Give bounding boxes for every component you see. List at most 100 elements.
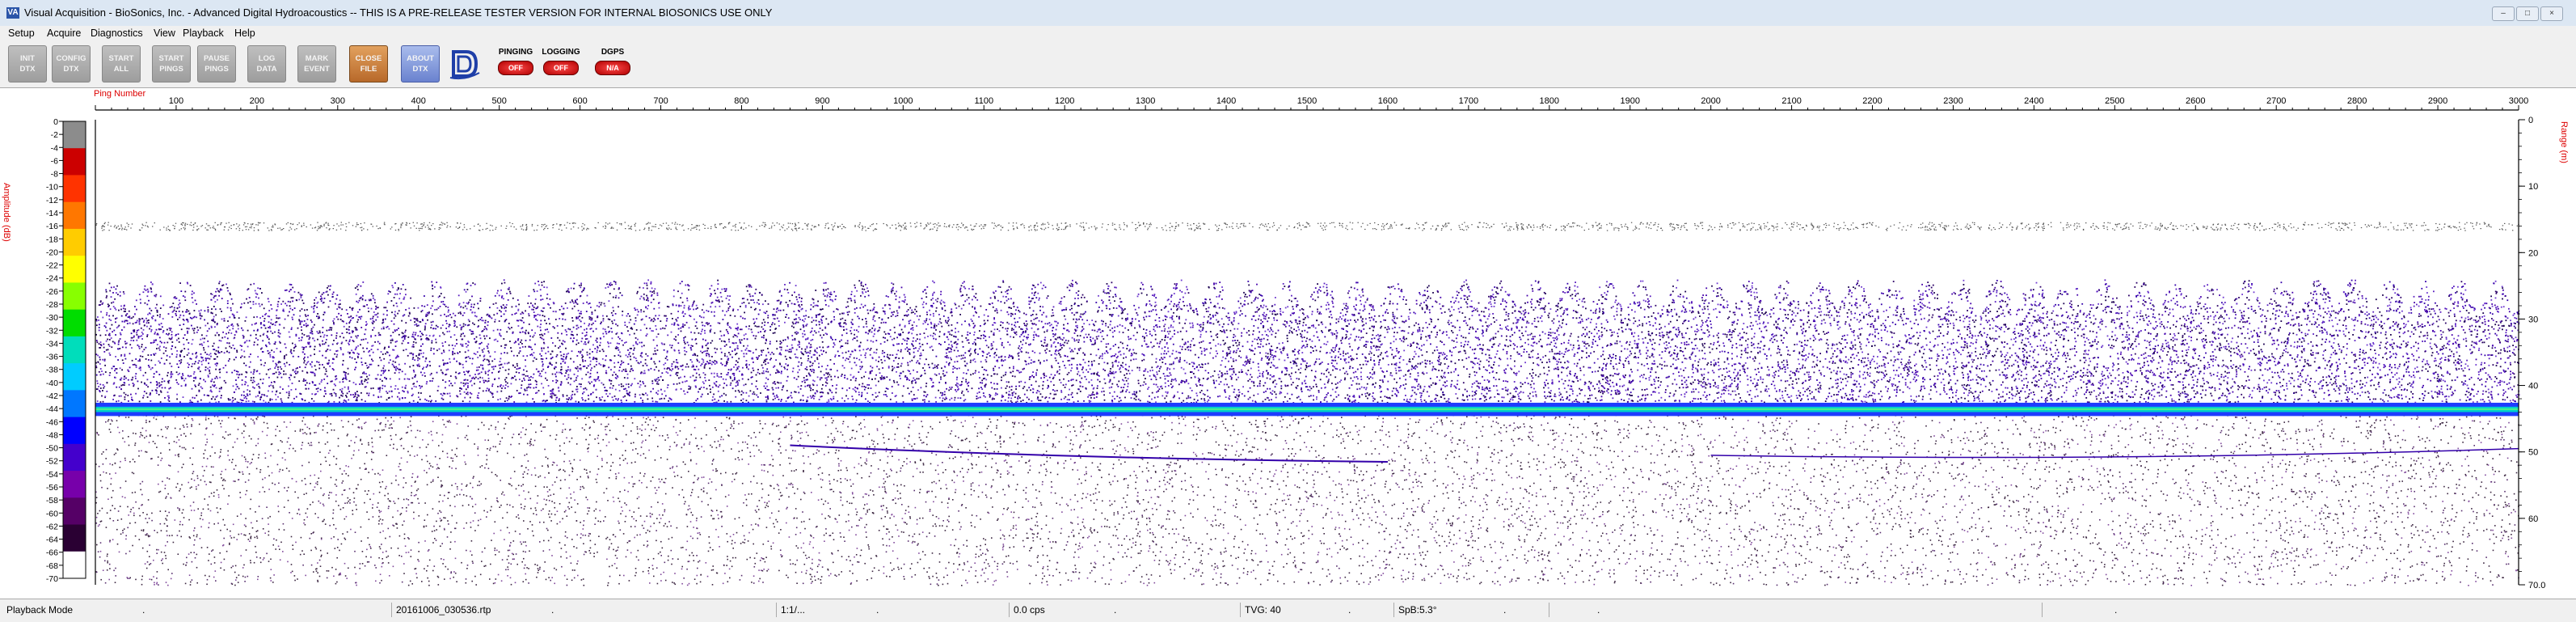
echo-streak — [790, 446, 1388, 463]
range-tick-label: 40 — [2528, 382, 2538, 391]
amplitude-tick-label: -18 — [46, 235, 58, 244]
echogram[interactable]: 0-2-4-6-8-10-12-14-16-18-20-22-24-26-28-… — [0, 0, 2576, 621]
x-tick-label: 800 — [734, 96, 748, 106]
x-tick-label: 1400 — [1216, 96, 1236, 106]
x-tick-label: 1900 — [1620, 96, 1639, 106]
amplitude-tick-label: -60 — [46, 509, 58, 518]
amplitude-tick-label: -34 — [46, 339, 58, 349]
x-tick-label: 500 — [491, 96, 506, 106]
colorbar-segment — [63, 121, 86, 149]
status-separator — [1009, 603, 1010, 617]
amplitude-tick-label: -46 — [46, 417, 58, 427]
range-tick-label: 50 — [2528, 448, 2538, 458]
colorbar-segment — [63, 256, 86, 283]
colorbar-segment — [63, 229, 86, 256]
amplitude-tick-label: -20 — [46, 248, 58, 257]
status-dot: . — [876, 604, 879, 616]
x-tick-label: 2400 — [2024, 96, 2043, 106]
colorbar-segment — [63, 444, 86, 472]
x-tick-label: 2800 — [2347, 96, 2367, 106]
status-bar: Playback Mode . 20161006_030536.rtp . 1:… — [0, 599, 2576, 622]
amplitude-tick-label: -58 — [46, 496, 58, 506]
range-tick-label: 0 — [2528, 116, 2533, 125]
amplitude-tick-label: -2 — [51, 130, 58, 140]
status-separator — [2042, 603, 2043, 617]
colorbar-segment — [63, 336, 86, 364]
x-tick-label: 2300 — [1943, 96, 1963, 106]
x-tick-label: 1200 — [1055, 96, 1074, 106]
colorbar-segment — [63, 175, 86, 202]
amplitude-tick-label: -10 — [46, 183, 58, 193]
colorbar-segment — [63, 525, 86, 552]
status-separator — [391, 603, 392, 617]
amplitude-tick-label: -16 — [46, 222, 58, 231]
echogram-deep-speckle — [95, 412, 2519, 586]
range-tick-label: 30 — [2528, 315, 2538, 324]
x-tick-label: 2000 — [1701, 96, 1720, 106]
amplitude-tick-label: -42 — [46, 391, 58, 401]
amplitude-tick-label: -54 — [46, 470, 58, 480]
colorbar-segment — [63, 310, 86, 337]
mode-status: Playback Mode — [6, 604, 73, 616]
x-tick-label: 2500 — [2105, 96, 2124, 106]
amplitude-tick-label: -52 — [46, 457, 58, 467]
amplitude-tick-label: -40 — [46, 379, 58, 388]
cps-status: 0.0 cps — [1014, 604, 1045, 616]
status-separator — [1240, 603, 1241, 617]
colorbar-segment — [63, 390, 86, 417]
colorbar-segment — [63, 282, 86, 310]
spb-status: SpB:5.3° — [1398, 604, 1437, 616]
status-dot: . — [1503, 604, 1506, 616]
status-dot: . — [1114, 604, 1116, 616]
amplitude-tick-label: -62 — [46, 522, 58, 531]
x-tick-label: 300 — [331, 96, 345, 106]
status-dot: . — [1597, 604, 1600, 616]
file-status: 20161006_030536.rtp — [396, 604, 491, 616]
range-tick-label: 10 — [2528, 182, 2538, 192]
x-tick-label: 2200 — [1862, 96, 1882, 106]
amplitude-tick-label: -30 — [46, 313, 58, 323]
echogram-scatter-layer — [95, 279, 2520, 404]
x-tick-label: 900 — [815, 96, 829, 106]
amplitude-tick-label: -12 — [46, 196, 58, 205]
amplitude-tick-label: -8 — [51, 170, 58, 180]
colorbar-segment — [63, 202, 86, 230]
x-tick-label: 1700 — [1459, 96, 1478, 106]
colorbar-segment — [63, 417, 86, 445]
amplitude-tick-label: -66 — [46, 548, 58, 558]
echogram-surface-layer — [95, 222, 2519, 231]
status-dot: . — [1348, 604, 1351, 616]
x-tick-label: 1800 — [1540, 96, 1559, 106]
status-dot: . — [142, 604, 145, 616]
amplitude-tick-label: -28 — [46, 300, 58, 310]
amplitude-tick-label: -24 — [46, 274, 58, 284]
x-tick-label: 2600 — [2186, 96, 2205, 106]
range-tick-label: 60 — [2528, 514, 2538, 524]
echo-streak — [1711, 449, 2519, 458]
x-tick-label: 1600 — [1378, 96, 1398, 106]
bottom-echo-peak — [95, 408, 2519, 409]
colorbar-segment — [63, 363, 86, 391]
x-tick-label: 1500 — [1297, 96, 1317, 106]
amplitude-tick-label: -14 — [46, 209, 58, 218]
x-tick-label: 3000 — [2509, 96, 2528, 106]
status-separator — [1393, 603, 1394, 617]
x-tick-label: 1300 — [1136, 96, 1155, 106]
amplitude-tick-label: -6 — [51, 156, 58, 166]
amplitude-tick-label: 0 — [53, 117, 58, 127]
amplitude-tick-label: -70 — [46, 574, 58, 584]
amplitude-tick-label: -36 — [46, 353, 58, 362]
amplitude-tick-label: -64 — [46, 535, 58, 545]
status-dot: . — [551, 604, 554, 616]
x-tick-label: 1000 — [893, 96, 913, 106]
x-tick-label: 400 — [411, 96, 426, 106]
x-tick-label: 2700 — [2266, 96, 2286, 106]
amplitude-tick-label: -56 — [46, 483, 58, 493]
x-tick-label: 200 — [250, 96, 264, 106]
x-tick-label: 700 — [653, 96, 668, 106]
amplitude-tick-label: -68 — [46, 561, 58, 571]
tvg-status: TVG: 40 — [1245, 604, 1281, 616]
status-dot: . — [2114, 604, 2117, 616]
x-tick-label: 2100 — [1781, 96, 1801, 106]
amplitude-tick-label: -48 — [46, 430, 58, 440]
